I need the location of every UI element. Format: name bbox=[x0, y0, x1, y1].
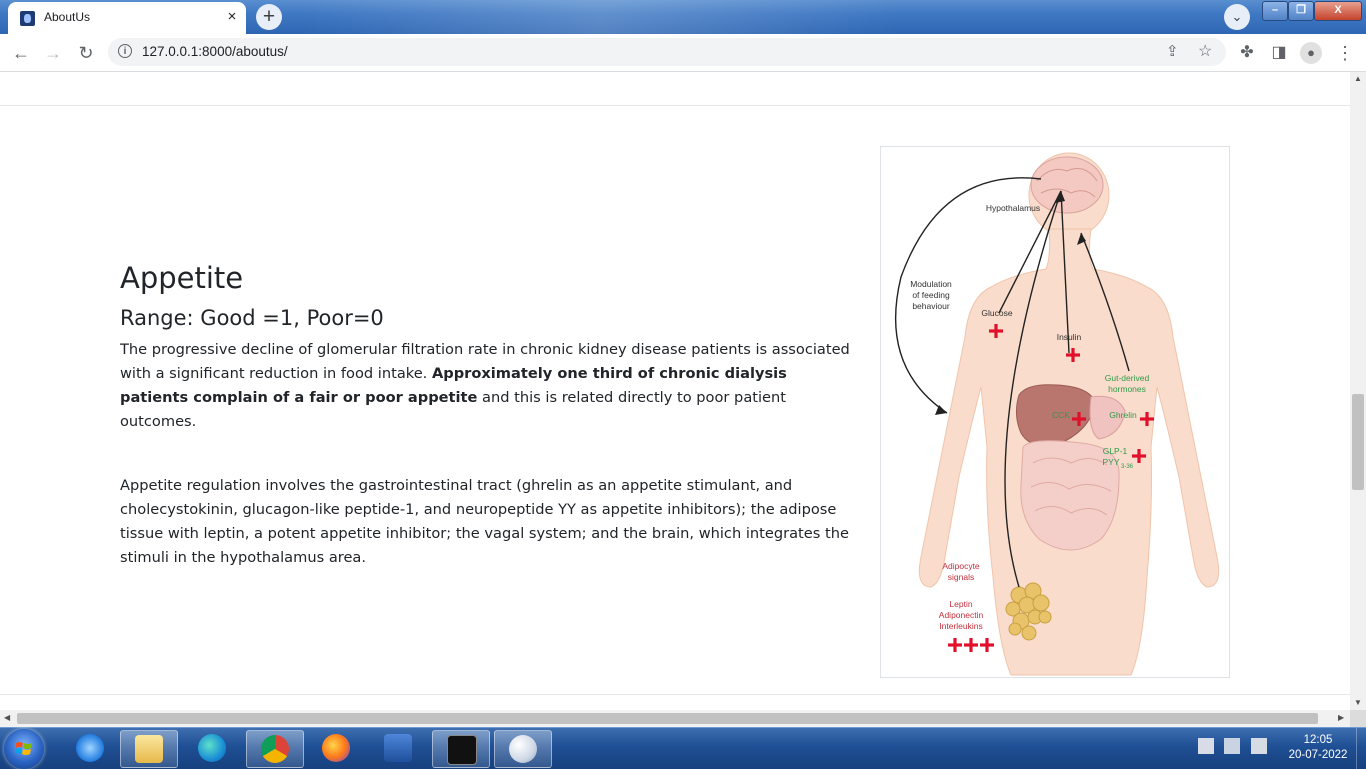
label-pyy-sub: 3-36 bbox=[1121, 464, 1134, 470]
label-glucose: Glucose bbox=[981, 308, 1012, 318]
more-menu-icon[interactable]: ⋮ bbox=[1334, 42, 1356, 64]
taskbar-command-prompt[interactable] bbox=[432, 730, 490, 768]
label-glp1: GLP-1 bbox=[1103, 446, 1128, 456]
paint-icon bbox=[509, 735, 537, 763]
folder-icon bbox=[135, 735, 163, 763]
label-insulin: Insulin bbox=[1057, 332, 1082, 342]
site-info-icon[interactable]: i bbox=[118, 44, 132, 58]
appetite-regulation-figure: Hypothalamus Modulation of feeding behav… bbox=[880, 146, 1230, 678]
scrollbar-corner bbox=[1350, 710, 1366, 727]
reload-icon[interactable]: ↻ bbox=[73, 40, 99, 66]
horizontal-scrollbar[interactable]: ◀ ▶ bbox=[0, 710, 1350, 727]
bookmark-star-icon[interactable]: ☆ bbox=[1198, 41, 1212, 61]
label-ghrelin: Ghrelin bbox=[1109, 410, 1137, 420]
taskbar-clock[interactable]: 12:05 20-07-2022 bbox=[1278, 733, 1358, 763]
clock-time: 12:05 bbox=[1303, 734, 1333, 746]
range-subtitle: Range: Good =1, Poor=0 bbox=[120, 306, 384, 330]
windows-logo-icon bbox=[15, 742, 32, 755]
show-desktop-button[interactable] bbox=[1356, 728, 1366, 769]
taskbar-word[interactable] bbox=[370, 730, 426, 766]
vertical-scroll-thumb[interactable] bbox=[1352, 394, 1364, 490]
side-panel-icon[interactable]: ◨ bbox=[1268, 42, 1290, 64]
clock-date: 20-07-2022 bbox=[1288, 749, 1348, 761]
taskbar-paint[interactable] bbox=[494, 730, 552, 768]
label-adipocyte: Adipocyte bbox=[942, 561, 980, 571]
edge-icon bbox=[198, 734, 226, 762]
browser-toolbar: ← → ↻ i 127.0.0.1:8000/aboutus/ ⇪ ☆ ✤ ◨ … bbox=[0, 34, 1366, 72]
label-leptin: Leptin bbox=[949, 599, 972, 609]
label-hormones: hormones bbox=[1108, 384, 1146, 394]
network-icon[interactable] bbox=[1224, 738, 1241, 754]
vertical-scrollbar[interactable]: ▲ ▼ bbox=[1350, 72, 1366, 710]
chrome-icon bbox=[261, 735, 289, 763]
label-cck: CCK bbox=[1052, 410, 1070, 420]
address-bar[interactable]: i 127.0.0.1:8000/aboutus/ ⇪ ☆ bbox=[108, 38, 1226, 66]
label-modulation-1: Modulation bbox=[910, 279, 952, 289]
label-signals: signals bbox=[948, 572, 974, 582]
word-icon bbox=[384, 734, 412, 762]
internet-explorer-icon bbox=[76, 734, 104, 762]
scroll-left-arrow-icon[interactable]: ◀ bbox=[4, 713, 10, 722]
action-center-flag-icon[interactable] bbox=[1198, 738, 1214, 754]
taskbar-internet-explorer[interactable] bbox=[62, 730, 118, 766]
scroll-right-arrow-icon[interactable]: ▶ bbox=[1338, 713, 1344, 722]
label-pyy: PYY bbox=[1102, 457, 1119, 467]
terminal-icon bbox=[447, 735, 477, 765]
system-tray bbox=[1198, 738, 1273, 758]
scroll-down-arrow-icon[interactable]: ▼ bbox=[1354, 698, 1362, 707]
paragraph-intro: The progressive decline of glomerular fi… bbox=[120, 338, 855, 434]
appetite-section: Appetite Range: Good =1, Poor=0 The prog… bbox=[120, 260, 855, 570]
navbar-bottom-border bbox=[0, 105, 1350, 106]
forward-arrow-icon[interactable]: → bbox=[40, 40, 66, 66]
profile-avatar-icon[interactable]: ● bbox=[1300, 42, 1322, 64]
window-maximize-button[interactable]: ❐ bbox=[1288, 1, 1314, 21]
share-icon[interactable]: ⇪ bbox=[1166, 42, 1179, 60]
volume-muted-icon[interactable] bbox=[1250, 738, 1267, 754]
taskbar-file-explorer[interactable] bbox=[120, 730, 178, 768]
site-favicon-icon bbox=[20, 11, 35, 26]
body-diagram: Hypothalamus Modulation of feeding behav… bbox=[894, 152, 1220, 676]
window-close-button[interactable]: X bbox=[1314, 1, 1362, 21]
taskbar-firefox[interactable] bbox=[308, 730, 364, 766]
browser-tab-aboutus[interactable]: AboutUs × bbox=[8, 2, 246, 34]
label-gut-derived: Gut-derived bbox=[1105, 373, 1150, 383]
page-viewport: Appetite Range: Good =1, Poor=0 The prog… bbox=[0, 72, 1350, 710]
tab-title: AboutUs bbox=[44, 10, 91, 24]
back-arrow-icon[interactable]: ← bbox=[8, 40, 34, 66]
tab-search-chevron-down-icon[interactable]: ⌄ bbox=[1224, 4, 1250, 30]
page-title: Appetite bbox=[120, 261, 244, 295]
plus-icon-adipo-1 bbox=[948, 638, 962, 652]
label-modulation-2: of feeding bbox=[912, 290, 950, 300]
scroll-up-arrow-icon[interactable]: ▲ bbox=[1354, 74, 1362, 83]
start-button[interactable] bbox=[4, 729, 44, 769]
label-hypothalamus: Hypothalamus bbox=[986, 203, 1040, 213]
label-interleukins: Interleukins bbox=[939, 621, 982, 631]
section-bottom-border bbox=[0, 694, 1350, 695]
title-bar-glow bbox=[300, 0, 1300, 34]
extensions-puzzle-icon[interactable]: ✤ bbox=[1236, 42, 1258, 64]
paragraph-regulation: Appetite regulation involves the gastroi… bbox=[120, 477, 849, 566]
new-tab-button[interactable]: + bbox=[256, 4, 282, 30]
label-adiponectin: Adiponectin bbox=[939, 610, 984, 620]
tab-close-icon[interactable]: × bbox=[224, 7, 240, 27]
plus-icon-adipo-3 bbox=[980, 638, 994, 652]
address-url[interactable]: 127.0.0.1:8000/aboutus/ bbox=[142, 44, 288, 59]
horizontal-scroll-thumb[interactable] bbox=[17, 713, 1318, 724]
firefox-icon bbox=[322, 734, 350, 762]
taskbar-chrome[interactable] bbox=[246, 730, 304, 768]
plus-icon-adipo-2 bbox=[964, 638, 978, 652]
label-modulation-3: behaviour bbox=[912, 301, 950, 311]
window-title-bar: AboutUs × + ⌄ – ❐ X bbox=[0, 0, 1366, 34]
windows-taskbar: 12:05 20-07-2022 bbox=[0, 727, 1366, 769]
taskbar-edge[interactable] bbox=[184, 730, 240, 766]
window-minimize-button[interactable]: – bbox=[1262, 1, 1288, 21]
